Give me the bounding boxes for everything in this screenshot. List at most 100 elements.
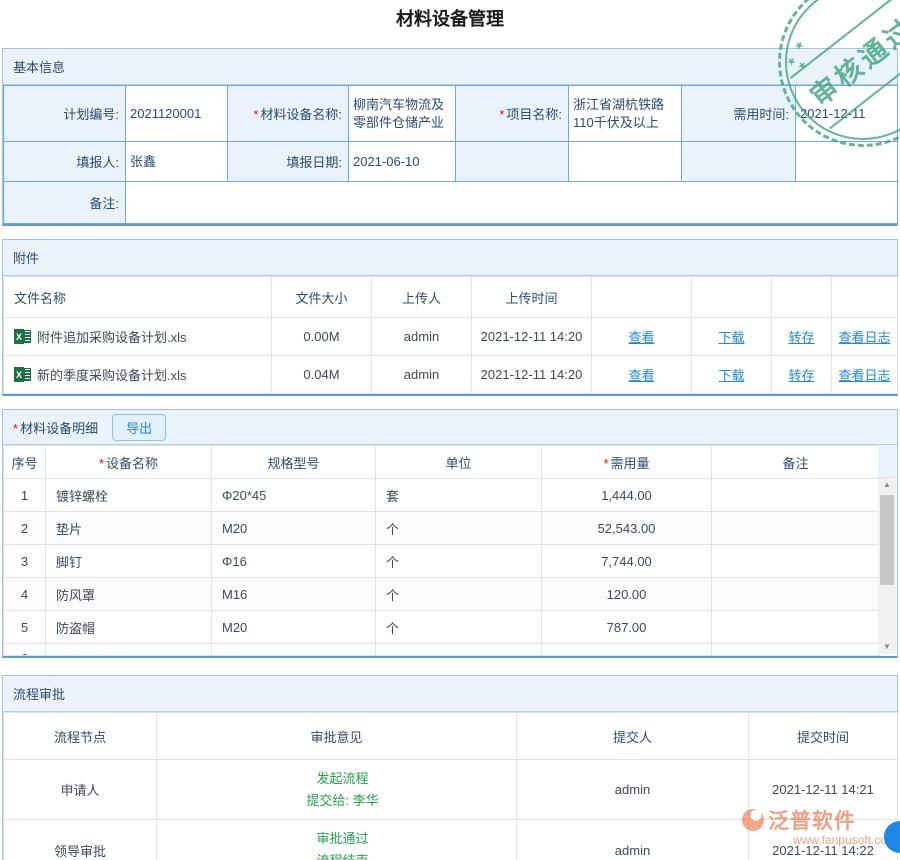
unit: 个 bbox=[376, 545, 542, 578]
spec-model: M20 bbox=[212, 611, 376, 644]
seq: 1 bbox=[4, 479, 46, 512]
file-name: 附件追加采购设备计划.xls bbox=[37, 327, 187, 346]
view-link[interactable]: 查看 bbox=[628, 368, 654, 383]
file-size: 0.04M bbox=[272, 356, 372, 394]
download-link[interactable]: 下载 bbox=[718, 330, 744, 345]
attachments-section-title: 附件 bbox=[3, 240, 897, 276]
seq: 6 bbox=[4, 644, 46, 656]
approval-opinion: 发起流程 提交给: 李华 bbox=[157, 760, 517, 820]
remark bbox=[712, 578, 880, 611]
export-button[interactable]: 导出 bbox=[112, 414, 166, 441]
seq: 3 bbox=[4, 545, 46, 578]
plan-no-label: 计划编号: bbox=[4, 86, 126, 142]
page: { "title": "材料设备管理", "marks": { "require… bbox=[0, 5, 900, 860]
material-name-value: 柳南汽车物流及零部件仓储产业 bbox=[349, 86, 456, 142]
required-marker: * bbox=[13, 421, 18, 436]
col-file-size: 文件大小 bbox=[272, 277, 372, 318]
spec-model: Φ20*45 bbox=[212, 479, 376, 512]
scroll-down-icon[interactable]: ▼ bbox=[878, 640, 896, 654]
detail-row-partial: 6 双头螺栓 个 bbox=[4, 644, 880, 656]
unit: 个 bbox=[376, 578, 542, 611]
file-uploader: admin bbox=[372, 356, 472, 394]
approval-table: 流程节点 审批意见 提交人 提交时间 申请人 发起流程 提交给: 李华 admi… bbox=[3, 712, 898, 860]
unit: 个 bbox=[376, 512, 542, 545]
required-qty bbox=[542, 644, 712, 656]
col-submitter: 提交人 bbox=[517, 713, 749, 760]
col-seq: 序号 bbox=[4, 446, 46, 479]
fill-date-value: 2021-06-10 bbox=[349, 142, 456, 182]
file-upload-time: 2021-12-11 14:20 bbox=[472, 356, 592, 394]
material-name-label: *材料设备名称: bbox=[228, 86, 349, 142]
remark bbox=[712, 512, 880, 545]
required-qty: 52,543.00 bbox=[542, 512, 712, 545]
equipment-name: 防盗帽 bbox=[46, 611, 212, 644]
download-link[interactable]: 下载 bbox=[718, 368, 744, 383]
unit: 个 bbox=[376, 644, 542, 656]
submit-time: 2021-12-11 14:21 bbox=[749, 760, 898, 820]
equipment-name: 镀锌螺栓 bbox=[46, 479, 212, 512]
remark-value bbox=[126, 182, 898, 224]
view-log-link[interactable]: 查看日志 bbox=[838, 368, 890, 383]
excel-file-icon: X bbox=[14, 367, 31, 382]
remark bbox=[712, 479, 880, 512]
submit-time: 2021-12-11 14:22 bbox=[749, 820, 898, 860]
basic-info-section: 基本信息 计划编号: 2021120001 *材料设备名称: 柳南汽车物流及零部… bbox=[2, 48, 898, 226]
details-scrollbar: ▲ ▼ bbox=[878, 445, 896, 654]
details-table: 序号 *设备名称 规格型号 单位 *需用量 备注 1 镀锌螺栓 Φ20*45 套… bbox=[3, 445, 880, 656]
equipment-name: 垫片 bbox=[46, 512, 212, 545]
project-name-value: 浙江省湖杭铁路110千伏及以上 bbox=[569, 86, 682, 142]
attachments-section: 附件 文件名称 文件大小 上传人 上传时间 X附件追加采购设备计划.xls 0.… bbox=[2, 239, 898, 396]
seq: 2 bbox=[4, 512, 46, 545]
spec-model bbox=[212, 644, 376, 656]
required-qty: 787.00 bbox=[542, 611, 712, 644]
save-as-link[interactable]: 转存 bbox=[788, 368, 814, 383]
approval-row: 申请人 发起流程 提交给: 李华 admin 2021-12-11 14:21 bbox=[4, 760, 898, 820]
col-uploader: 上传人 bbox=[372, 277, 472, 318]
filler-value: 张鑫 bbox=[126, 142, 228, 182]
equipment-name: 双头螺栓 bbox=[46, 644, 212, 656]
unit: 套 bbox=[376, 479, 542, 512]
file-uploader: admin bbox=[372, 318, 472, 356]
submitter: admin bbox=[517, 760, 749, 820]
detail-row: 4 防风罩 M16 个 120.00 bbox=[4, 578, 880, 611]
process-node: 申请人 bbox=[4, 760, 157, 820]
remark bbox=[712, 611, 880, 644]
seq: 5 bbox=[4, 611, 46, 644]
scroll-up-icon[interactable]: ▲ bbox=[878, 478, 896, 492]
view-link[interactable]: 查看 bbox=[628, 330, 654, 345]
project-name-label: *项目名称: bbox=[456, 86, 569, 142]
col-action bbox=[772, 277, 832, 318]
details-section-title: *材料设备明细 bbox=[13, 418, 98, 437]
details-section-header: *材料设备明细 导出 bbox=[3, 410, 897, 445]
scrollbar-thumb[interactable] bbox=[880, 495, 894, 585]
spec-model: M16 bbox=[212, 578, 376, 611]
basic-info-section-title: 基本信息 bbox=[3, 49, 897, 85]
view-log-link[interactable]: 查看日志 bbox=[838, 330, 890, 345]
page-title: 材料设备管理 bbox=[0, 5, 900, 31]
col-approval-opinion: 审批意见 bbox=[157, 713, 517, 760]
col-action bbox=[832, 277, 898, 318]
remark bbox=[712, 644, 880, 656]
detail-row: 1 镀锌螺栓 Φ20*45 套 1,444.00 bbox=[4, 479, 880, 512]
approval-opinion: 审批通过 流程结束 bbox=[157, 820, 517, 860]
seq: 4 bbox=[4, 578, 46, 611]
col-process-node: 流程节点 bbox=[4, 713, 157, 760]
col-remark: 备注 bbox=[712, 446, 880, 479]
save-as-link[interactable]: 转存 bbox=[788, 330, 814, 345]
scrollbar-track[interactable]: ▲ ▼ bbox=[878, 478, 896, 654]
process-node: 领导审批 bbox=[4, 820, 157, 860]
detail-row: 3 脚钉 Φ16 个 7,744.00 bbox=[4, 545, 880, 578]
equipment-name: 防风罩 bbox=[46, 578, 212, 611]
required-marker: * bbox=[603, 456, 608, 471]
required-qty: 7,744.00 bbox=[542, 545, 712, 578]
empty-value-cell bbox=[569, 142, 682, 182]
attachment-row: X 新的季度采购设备计划.xls 0.04M admin 2021-12-11 1… bbox=[4, 356, 898, 394]
file-name: 新的季度采购设备计划.xls bbox=[37, 365, 187, 384]
remark bbox=[712, 545, 880, 578]
approval-section: 流程审批 流程节点 审批意见 提交人 提交时间 申请人 发起流程 提交给: 李华… bbox=[2, 675, 898, 860]
attachment-row: X附件追加采购设备计划.xls 0.00M admin 2021-12-11 1… bbox=[4, 318, 898, 356]
unit: 个 bbox=[376, 611, 542, 644]
basic-info-table: 计划编号: 2021120001 *材料设备名称: 柳南汽车物流及零部件仓储产业… bbox=[3, 85, 898, 224]
col-action bbox=[592, 277, 692, 318]
attachments-table: 文件名称 文件大小 上传人 上传时间 X附件追加采购设备计划.xls 0.00M… bbox=[3, 276, 898, 394]
